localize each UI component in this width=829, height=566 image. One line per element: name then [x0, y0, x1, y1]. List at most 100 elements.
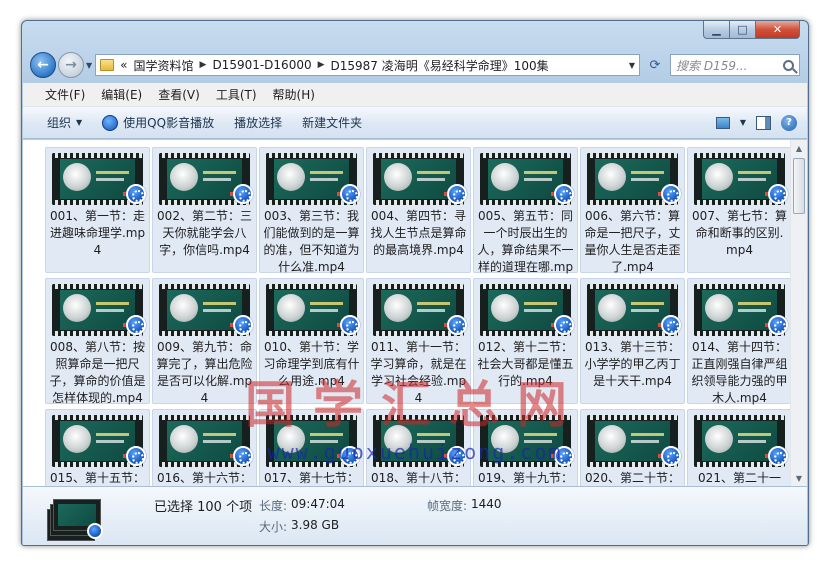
file-item[interactable]: 021、第二十一	[687, 409, 792, 486]
recent-pages-dropdown[interactable]: ▼	[86, 61, 92, 70]
file-item[interactable]: 003、第三节：我们能做到的是一算的准，但不知道为什么准.mp4	[259, 147, 364, 274]
play-with-qq-button[interactable]: 使用QQ影音播放	[92, 107, 224, 138]
play-selected-button[interactable]: 播放选择	[224, 107, 292, 138]
file-name: 011、第十一节：学习算命，就是在学习社会经验.mp4	[370, 340, 467, 405]
file-item[interactable]: 010、第十节：学习命理学到底有什么用途.mp4	[259, 278, 364, 404]
file-item[interactable]: 002、第二节：三天你就能学会八字，你信吗.mp4	[152, 147, 257, 273]
file-item[interactable]: 014、第十四节：正直刚强自律严组织领导能力强的甲木人.mp4	[687, 278, 792, 405]
qq-player-icon	[554, 315, 574, 335]
file-name: 014、第十四节：正直刚强自律严组织领导能力强的甲木人.mp4	[691, 340, 788, 405]
menu-help[interactable]: 帮助(H)	[265, 86, 323, 103]
file-item[interactable]: 015、第十五节：	[45, 409, 150, 486]
menu-tools[interactable]: 工具(T)	[208, 86, 265, 103]
view-options-dropdown-icon[interactable]: ▼	[740, 118, 746, 127]
qq-player-icon	[126, 184, 146, 204]
play-selected-label: 播放选择	[234, 116, 283, 130]
file-item[interactable]: 016、第十六节：	[152, 409, 257, 486]
size-value: 3.98 GB	[291, 518, 340, 532]
selection-count: 已选择 100 个项	[154, 500, 253, 515]
file-name: 012、第十二节：社会大哥都是懂五行的.mp4	[477, 340, 574, 388]
refresh-icon: ⟳	[649, 57, 661, 73]
qq-player-icon	[661, 184, 681, 204]
address-dropdown-icon[interactable]: ▼	[629, 61, 635, 70]
length-label: 长度:	[259, 499, 288, 513]
new-folder-button[interactable]: 新建文件夹	[292, 107, 372, 138]
address-bar[interactable]: « 国学资料馆 ▶ D15901-D16000 ▶ D15987 凌海明《易经科…	[95, 54, 640, 76]
file-name: 013、第十三节：小学学的甲乙丙丁是十天干.mp4	[584, 340, 681, 388]
file-item[interactable]: 007、第七节：算命和断事的区别.mp4	[687, 147, 792, 273]
breadcrumb-overflow[interactable]: «	[120, 58, 127, 72]
maximize-button[interactable]: □	[730, 21, 756, 39]
file-name: 006、第六节：算命是一把尺子，丈量你人生是否走歪了.mp4	[584, 209, 681, 274]
file-list: 001、第一节：走进趣味命理学.mp4 002、第二节：三天你就能学会八字，你信吗…	[23, 140, 807, 486]
file-name: 016、第十六节：	[157, 471, 252, 485]
preview-pane-icon[interactable]	[756, 115, 771, 130]
qq-player-icon	[126, 446, 146, 466]
scroll-down-icon[interactable]: ▼	[791, 470, 807, 486]
qq-player-icon	[340, 315, 360, 335]
minimize-button[interactable]: ▁	[703, 21, 730, 39]
menu-view[interactable]: 查看(V)	[150, 86, 208, 103]
file-item[interactable]: 009、第九节：命算完了，算出危险是否可以化解.mp4	[152, 278, 257, 405]
file-item[interactable]: 005、第五节：同一个时辰出生的人，算命结果不一样的道理在哪.mp4	[473, 147, 578, 274]
file-item[interactable]: 012、第十二节：社会大哥都是懂五行的.mp4	[473, 278, 578, 404]
file-item[interactable]: 001、第一节：走进趣味命理学.mp4	[45, 147, 150, 273]
forward-button[interactable]: →	[58, 52, 84, 78]
qq-player-icon	[87, 523, 103, 539]
file-name: 015、第十五节：	[50, 471, 145, 485]
file-name: 010、第十节：学习命理学到底有什么用途.mp4	[263, 340, 360, 388]
scroll-up-icon[interactable]: ▲	[791, 140, 807, 156]
qq-player-icon	[340, 184, 360, 204]
file-item[interactable]: 013、第十三节：小学学的甲乙丙丁是十天干.mp4	[580, 278, 685, 404]
vertical-scrollbar[interactable]: ▲ ▼	[790, 140, 807, 486]
breadcrumb-item[interactable]: D15901-D16000	[212, 58, 311, 72]
play-with-qq-label: 使用QQ影音播放	[123, 116, 215, 130]
breadcrumb-separator-icon[interactable]: ▶	[200, 60, 207, 70]
file-item[interactable]: 017、第十七节：	[259, 409, 364, 486]
file-name: 002、第二节：三天你就能学会八字，你信吗.mp4	[157, 209, 252, 257]
breadcrumb-item[interactable]: D15987 凌海明《易经科学命理》100集	[331, 57, 549, 74]
close-button[interactable]: ✕	[756, 21, 800, 39]
organize-button[interactable]: 组织 ▼	[37, 107, 92, 138]
file-name: 008、第八节：按照算命是一把尺子，算命的价值是怎样体现的.mp4	[49, 340, 146, 405]
menu-bar: 文件(F) 编辑(E) 查看(V) 工具(T) 帮助(H)	[23, 83, 807, 107]
qq-player-icon	[340, 446, 360, 466]
menu-edit[interactable]: 编辑(E)	[93, 86, 150, 103]
folder-icon	[100, 59, 115, 71]
file-item[interactable]: 008、第八节：按照算命是一把尺子，算命的价值是怎样体现的.mp4	[45, 278, 150, 405]
help-icon[interactable]: ?	[781, 114, 797, 131]
back-button[interactable]: ←	[30, 52, 56, 78]
file-item[interactable]: 018、第十八节：	[366, 409, 471, 486]
arrow-right-icon: →	[65, 57, 77, 73]
breadcrumb-separator-icon[interactable]: ▶	[318, 60, 325, 70]
file-name: 004、第四节：寻找人生节点是算命的最高境界.mp4	[370, 209, 467, 257]
file-name: 019、第十九节：	[478, 471, 573, 485]
file-item[interactable]: 004、第四节：寻找人生节点是算命的最高境界.mp4	[366, 147, 471, 273]
qq-player-icon	[447, 184, 467, 204]
arrow-left-icon: ←	[37, 57, 49, 73]
scrollbar-thumb[interactable]	[793, 158, 805, 214]
file-name: 021、第二十一	[698, 471, 781, 485]
view-controls: ▼ ?	[715, 114, 807, 131]
file-name: 009、第九节：命算完了，算出危险是否可以化解.mp4	[156, 340, 253, 405]
caption-buttons: ▁ □ ✕	[703, 21, 800, 39]
menu-file[interactable]: 文件(F)	[37, 86, 93, 103]
file-name: 003、第三节：我们能做到的是一算的准，但不知道为什么准.mp4	[263, 209, 360, 274]
details-pane: 已选择 100 个项 长度: 09:47:04 大小: 3.98 GB 帧宽度:…	[23, 486, 807, 545]
qq-player-icon	[233, 446, 253, 466]
qq-player-icon	[554, 184, 574, 204]
file-item[interactable]: 011、第十一节：学习算命，就是在学习社会经验.mp4	[366, 278, 471, 405]
search-placeholder: 搜索 D159...	[676, 58, 748, 73]
breadcrumb-item[interactable]: 国学资料馆	[134, 57, 194, 74]
qq-player-icon	[768, 184, 788, 204]
refresh-button[interactable]: ⟳	[642, 54, 668, 76]
frame-width-value: 1440	[471, 497, 502, 511]
qq-player-icon	[126, 315, 146, 335]
change-view-icon[interactable]	[715, 116, 730, 129]
file-item[interactable]: 020、第二十节：	[580, 409, 685, 486]
search-input[interactable]: 搜索 D159...	[670, 54, 800, 76]
file-item[interactable]: 019、第十九节：	[473, 409, 578, 486]
file-item[interactable]: 006、第六节：算命是一把尺子，丈量你人生是否走歪了.mp4	[580, 147, 685, 274]
selection-thumbnail	[47, 495, 103, 541]
length-value: 09:47:04	[291, 497, 345, 511]
